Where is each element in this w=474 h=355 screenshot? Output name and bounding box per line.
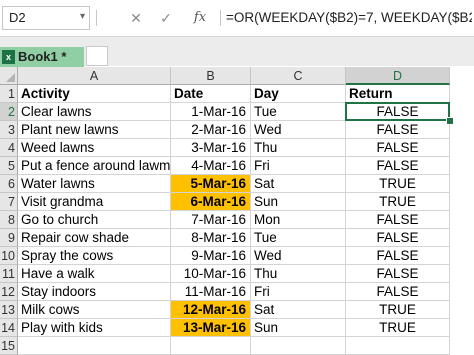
date-cell[interactable]: 12-Mar-16 (171, 301, 251, 319)
column-header-d[interactable]: D (346, 67, 450, 85)
row-header-11[interactable]: 11 (0, 265, 18, 283)
return-cell[interactable]: FALSE (346, 229, 450, 247)
day-cell[interactable]: Mon (251, 211, 346, 229)
header-cell-date[interactable]: Date (171, 85, 251, 103)
day-cell[interactable]: Thu (251, 139, 346, 157)
day-cell[interactable]: Tue (251, 229, 346, 247)
day-cell[interactable]: Thu (251, 265, 346, 283)
return-cell[interactable]: TRUE (346, 301, 450, 319)
activity-cell[interactable]: Clear lawns (18, 103, 171, 121)
date-cell[interactable]: 3-Mar-16 (171, 139, 251, 157)
day-cell[interactable]: Fri (251, 283, 346, 301)
name-box-value: D2 (9, 10, 26, 25)
day-cell[interactable]: Sun (251, 319, 346, 337)
empty-cell[interactable] (18, 337, 171, 355)
date-cell[interactable]: 9-Mar-16 (171, 247, 251, 265)
day-cell[interactable]: Fri (251, 157, 346, 175)
return-cell[interactable]: FALSE (346, 139, 450, 157)
date-cell[interactable]: 7-Mar-16 (171, 211, 251, 229)
activity-cell[interactable]: Put a fence around lawms (18, 157, 171, 175)
name-box[interactable]: D2 ▾ (2, 6, 90, 30)
activity-cell[interactable]: Play with kids (18, 319, 171, 337)
row-header-5[interactable]: 5 (0, 157, 18, 175)
fx-icon: fx (193, 10, 207, 25)
day-cell[interactable]: Sat (251, 301, 346, 319)
column-header-b[interactable]: B (171, 67, 251, 85)
return-cell[interactable]: FALSE (346, 157, 450, 175)
workbook-tab-label: Book1 * (18, 49, 67, 64)
row-header-9[interactable]: 9 (0, 229, 18, 247)
row-header-8[interactable]: 8 (0, 211, 18, 229)
activity-cell[interactable]: Repair cow shade (18, 229, 171, 247)
check-icon: ✓ (160, 10, 172, 26)
divider (220, 10, 221, 26)
empty-cell[interactable] (251, 337, 346, 355)
column-header-a[interactable]: A (18, 67, 171, 85)
date-cell[interactable]: 4-Mar-16 (171, 157, 251, 175)
row-header-7[interactable]: 7 (0, 193, 18, 211)
return-cell[interactable]: TRUE (346, 193, 450, 211)
insert-function-button[interactable]: fx (188, 8, 212, 28)
row-header-6[interactable]: 6 (0, 175, 18, 193)
formula-input[interactable]: =OR(WEEKDAY($B2)=7, WEEKDAY($B2)=1) (226, 6, 472, 30)
empty-cell[interactable] (346, 337, 450, 355)
activity-cell[interactable]: Go to church (18, 211, 171, 229)
new-workbook-tab-button[interactable] (86, 46, 108, 66)
day-cell[interactable]: Wed (251, 121, 346, 139)
activity-cell[interactable]: Spray the cows (18, 247, 171, 265)
header-cell-return[interactable]: Return (346, 85, 450, 103)
day-cell[interactable]: Sat (251, 175, 346, 193)
date-cell[interactable]: 2-Mar-16 (171, 121, 251, 139)
date-cell[interactable]: 13-Mar-16 (171, 319, 251, 337)
day-cell[interactable]: Sun (251, 193, 346, 211)
select-all-button[interactable] (0, 67, 18, 85)
activity-cell[interactable]: Water lawns (18, 175, 171, 193)
date-cell[interactable]: 5-Mar-16 (171, 175, 251, 193)
row-header-1[interactable]: 1 (0, 85, 18, 103)
return-cell[interactable]: FALSE (346, 103, 450, 121)
row-header-4[interactable]: 4 (0, 139, 18, 157)
row-header-13[interactable]: 13 (0, 301, 18, 319)
row-header-3[interactable]: 3 (0, 121, 18, 139)
row-header-2[interactable]: 2 (0, 103, 18, 121)
enter-button[interactable]: ✓ (154, 8, 178, 28)
header-cell-activity[interactable]: Activity (18, 85, 171, 103)
return-cell[interactable]: FALSE (346, 265, 450, 283)
row-header-10[interactable]: 10 (0, 247, 18, 265)
return-cell[interactable]: FALSE (346, 283, 450, 301)
return-cell[interactable]: FALSE (346, 121, 450, 139)
date-cell[interactable]: 1-Mar-16 (171, 103, 251, 121)
activity-cell[interactable]: Plant new lawns (18, 121, 171, 139)
return-cell[interactable]: FALSE (346, 247, 450, 265)
date-cell[interactable]: 6-Mar-16 (171, 193, 251, 211)
column-header-c[interactable]: C (251, 67, 346, 85)
return-cell[interactable]: TRUE (346, 175, 450, 193)
activity-cell[interactable]: Milk cows (18, 301, 171, 319)
x-icon: ✕ (130, 10, 142, 26)
row-header-15[interactable]: 15 (0, 337, 18, 355)
row-header-12[interactable]: 12 (0, 283, 18, 301)
cancel-button[interactable]: ✕ (124, 8, 148, 28)
return-cell[interactable]: TRUE (346, 319, 450, 337)
row-header-14[interactable]: 14 (0, 319, 18, 337)
spreadsheet-grid: A B C D 1 2 3 4 5 6 7 8 9 10 11 12 13 14 15 Activity Date Day… (0, 67, 474, 355)
date-cell[interactable]: 10-Mar-16 (171, 265, 251, 283)
excel-icon: x (2, 50, 15, 64)
divider (96, 10, 97, 26)
activity-cell[interactable]: Stay indoors (18, 283, 171, 301)
day-cell[interactable]: Wed (251, 247, 346, 265)
empty-cell[interactable] (171, 337, 251, 355)
activity-cell[interactable]: Visit grandma (18, 193, 171, 211)
fill-handle[interactable] (446, 117, 454, 125)
return-cell[interactable]: FALSE (346, 211, 450, 229)
chevron-down-icon[interactable]: ▾ (80, 6, 85, 28)
day-cell[interactable]: Tue (251, 103, 346, 121)
activity-cell[interactable]: Weed lawns (18, 139, 171, 157)
activity-cell[interactable]: Have a walk (18, 265, 171, 283)
date-cell[interactable]: 11-Mar-16 (171, 283, 251, 301)
header-cell-day[interactable]: Day (251, 85, 346, 103)
date-cell[interactable]: 8-Mar-16 (171, 229, 251, 247)
